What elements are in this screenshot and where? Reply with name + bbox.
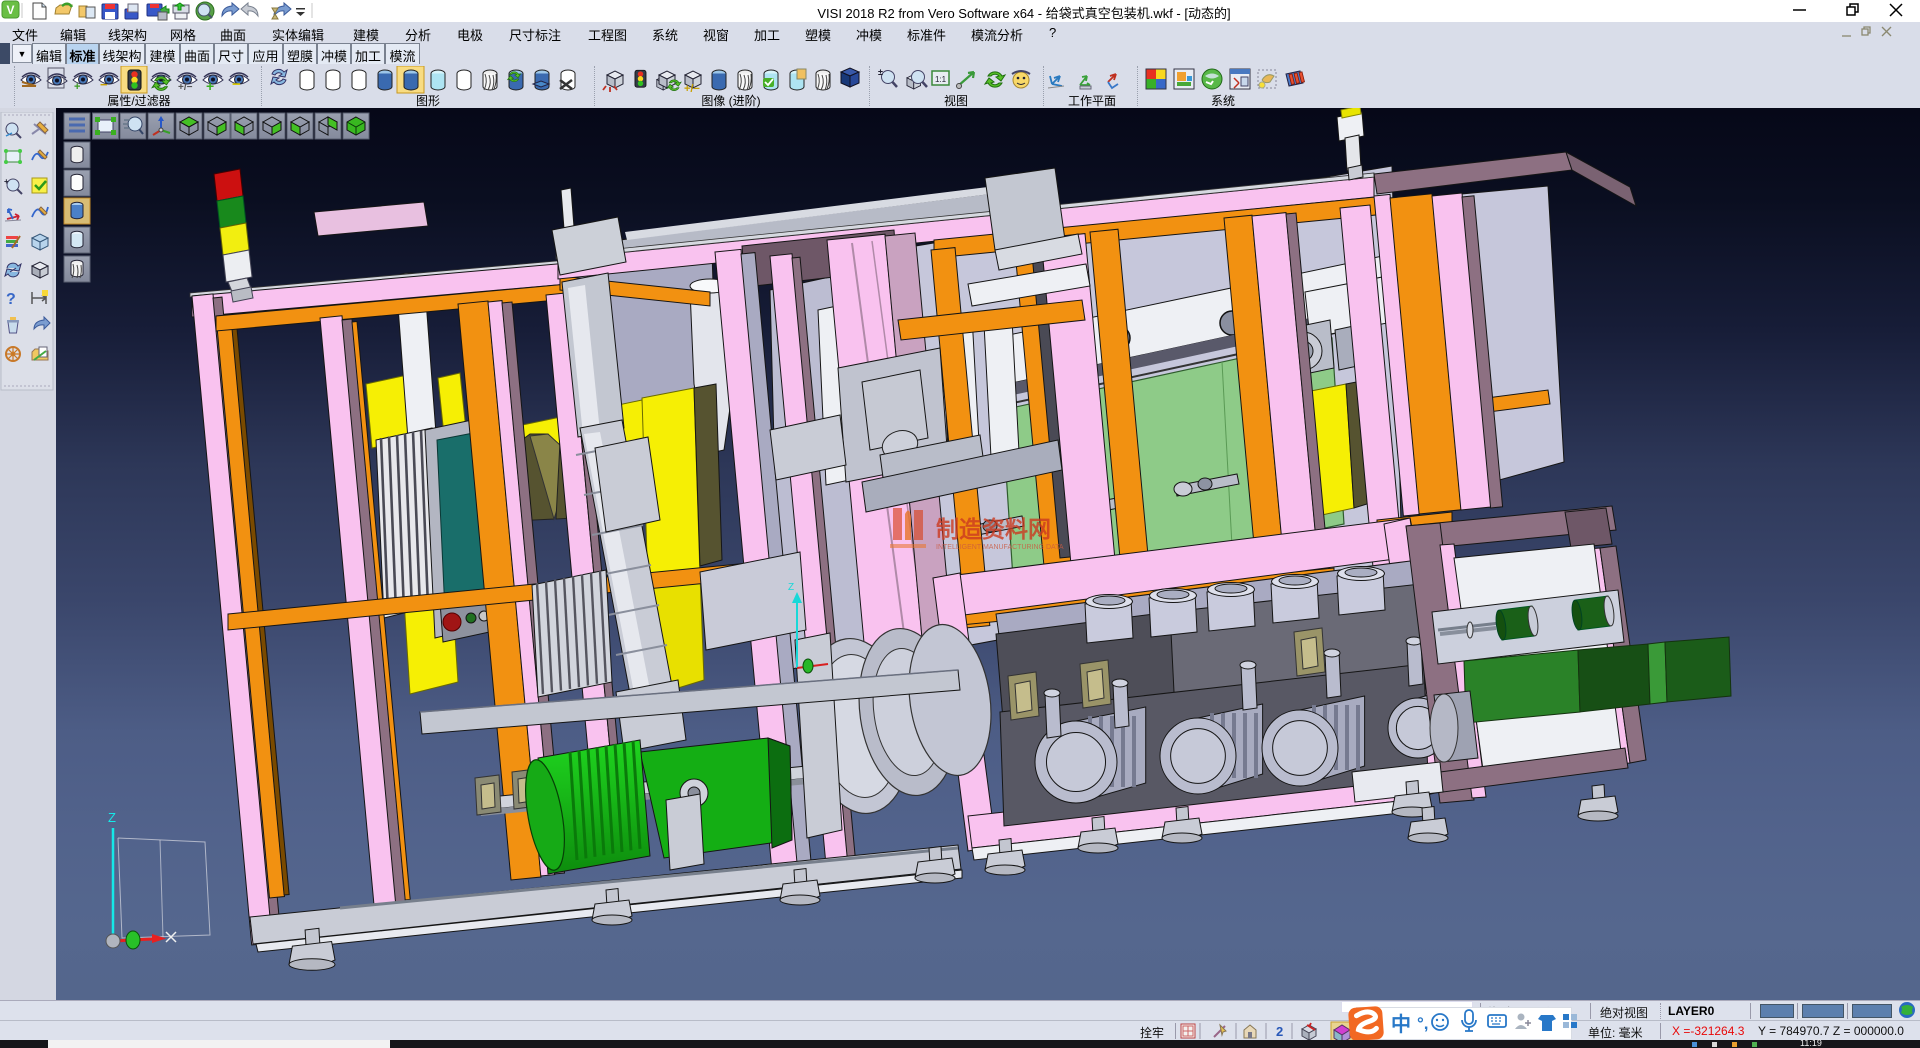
- svg-text:−: −: [100, 77, 108, 92]
- svg-text:INTELLIGENT MANUFACTURING DATA: INTELLIGENT MANUFACTURING DATA: [936, 544, 1064, 551]
- svg-text:+: +: [74, 81, 80, 93]
- svg-text:Z: Z: [788, 582, 794, 593]
- svg-text:Z: Z: [108, 810, 116, 825]
- svg-text:−: −: [232, 76, 241, 93]
- svg-text:?: ?: [6, 291, 16, 308]
- svg-text:+: +: [4, 177, 9, 186]
- svg-text:中: 中: [1391, 1012, 1411, 1036]
- svg-text:°,: °,: [1417, 1014, 1429, 1033]
- svg-text:+/−: +/−: [684, 83, 700, 95]
- svg-text:+: +: [206, 78, 214, 94]
- svg-text:V: V: [6, 3, 14, 17]
- svg-text:±: ±: [878, 67, 883, 77]
- svg-text:2: 2: [1276, 1024, 1283, 1039]
- svg-text:1:1: 1:1: [935, 75, 947, 84]
- svg-text:制造资料网: 制造资料网: [936, 516, 1051, 542]
- svg-text:+/−: +/−: [178, 82, 193, 93]
